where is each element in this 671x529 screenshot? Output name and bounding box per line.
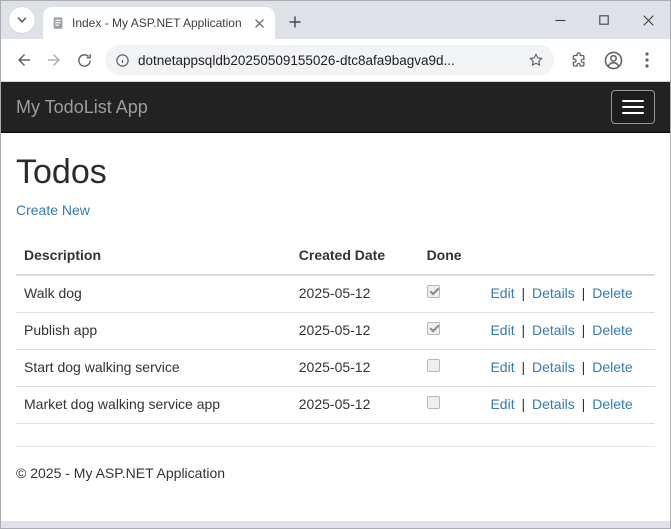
navbar-brand-link[interactable]: My TodoList App	[1, 97, 163, 118]
url-text[interactable]: dotnetappsqldb20250509155026-dtc8afa9bag…	[138, 53, 520, 68]
site-navbar: My TodoList App	[1, 82, 670, 133]
minimize-icon	[555, 15, 566, 26]
todo-description: Publish app	[16, 312, 291, 349]
maximize-button[interactable]	[582, 1, 626, 39]
close-window-button[interactable]	[626, 1, 670, 39]
tab-title: Index - My ASP.NET Application	[72, 16, 251, 30]
header-actions	[482, 238, 655, 275]
page-footer: © 2025 - My ASP.NET Application	[16, 465, 655, 481]
minimize-button[interactable]	[538, 1, 582, 39]
details-link[interactable]: Details	[532, 285, 575, 301]
browser-toolbar: dotnetappsqldb20250509155026-dtc8afa9bag…	[1, 39, 670, 82]
footer-text: © 2025 - My ASP.NET Application	[16, 465, 655, 481]
todo-done-checkbox	[427, 322, 440, 335]
maximize-icon	[599, 15, 609, 25]
table-header-row: Description Created Date Done	[16, 238, 655, 275]
browser-window: Index - My ASP.NET Application	[0, 0, 671, 529]
table-row: Walk dog 2025-05-12 Edit | Details | Del…	[16, 275, 655, 312]
todo-created-date: 2025-05-12	[291, 312, 419, 349]
navbar-toggle-button[interactable]	[611, 90, 655, 124]
delete-link[interactable]: Delete	[592, 285, 632, 301]
details-link[interactable]: Details	[532, 359, 575, 375]
todo-table: Description Created Date Done Walk dog 2…	[16, 238, 655, 424]
todo-created-date: 2025-05-12	[291, 275, 419, 312]
delete-link[interactable]: Delete	[592, 396, 632, 412]
todo-description: Walk dog	[16, 275, 291, 312]
browser-menu-button[interactable]	[632, 45, 662, 75]
back-arrow-icon	[15, 51, 33, 69]
toolbar-right-cluster	[560, 45, 662, 75]
header-description: Description	[16, 238, 291, 275]
profile-button[interactable]	[598, 45, 628, 75]
kebab-menu-icon	[645, 52, 649, 68]
address-bar[interactable]: dotnetappsqldb20250509155026-dtc8afa9bag…	[105, 45, 554, 75]
browser-tab[interactable]: Index - My ASP.NET Application	[43, 7, 275, 39]
page-title: Todos	[16, 153, 655, 192]
table-row: Start dog walking service 2025-05-12 Edi…	[16, 349, 655, 386]
action-separator: |	[518, 396, 529, 412]
close-icon	[643, 15, 654, 26]
edit-link[interactable]: Edit	[490, 396, 514, 412]
action-separator: |	[578, 285, 589, 301]
bookmark-star-icon[interactable]	[528, 52, 544, 68]
window-controls	[538, 1, 670, 39]
table-row: Publish app 2025-05-12 Edit | Details | …	[16, 312, 655, 349]
action-separator: |	[518, 285, 529, 301]
edit-link[interactable]: Edit	[490, 359, 514, 375]
chevron-down-icon	[16, 14, 28, 26]
header-done: Done	[419, 238, 483, 275]
back-button[interactable]	[9, 45, 39, 75]
action-separator: |	[578, 396, 589, 412]
forward-button	[39, 45, 69, 75]
site-info-icon[interactable]	[115, 53, 130, 68]
footer-divider	[16, 446, 655, 447]
action-separator: |	[578, 359, 589, 375]
delete-link[interactable]: Delete	[592, 322, 632, 338]
todo-done-checkbox	[427, 396, 440, 409]
todo-done-checkbox	[427, 285, 440, 298]
todo-description: Market dog walking service app	[16, 386, 291, 423]
reload-button[interactable]	[69, 45, 99, 75]
table-row: Market dog walking service app 2025-05-1…	[16, 386, 655, 423]
tab-favicon-icon	[51, 16, 65, 30]
hamburger-icon	[622, 100, 644, 102]
action-separator: |	[518, 359, 529, 375]
plus-icon	[289, 16, 301, 28]
todo-description: Start dog walking service	[16, 349, 291, 386]
todo-table-body: Walk dog 2025-05-12 Edit | Details | Del…	[16, 275, 655, 423]
create-new-link[interactable]: Create New	[16, 202, 90, 218]
todo-created-date: 2025-05-12	[291, 349, 419, 386]
content-container: Todos Create New Description Created Dat…	[1, 153, 670, 481]
profile-avatar-icon	[603, 50, 624, 71]
delete-link[interactable]: Delete	[592, 359, 632, 375]
new-tab-button[interactable]	[281, 8, 309, 36]
details-link[interactable]: Details	[532, 396, 575, 412]
todo-done-checkbox	[427, 359, 440, 372]
browser-titlebar: Index - My ASP.NET Application	[1, 1, 670, 39]
header-created-date: Created Date	[291, 238, 419, 275]
tab-close-icon[interactable]	[251, 15, 267, 31]
extensions-button[interactable]	[564, 45, 594, 75]
edit-link[interactable]: Edit	[490, 285, 514, 301]
action-separator: |	[578, 322, 589, 338]
tab-search-button[interactable]	[9, 7, 35, 33]
forward-arrow-icon	[45, 51, 63, 69]
action-separator: |	[518, 322, 529, 338]
todo-created-date: 2025-05-12	[291, 386, 419, 423]
extensions-puzzle-icon	[570, 51, 588, 69]
details-link[interactable]: Details	[532, 322, 575, 338]
reload-icon	[76, 52, 93, 69]
edit-link[interactable]: Edit	[490, 322, 514, 338]
page-viewport: My TodoList App Todos Create New Descrip…	[1, 82, 670, 521]
